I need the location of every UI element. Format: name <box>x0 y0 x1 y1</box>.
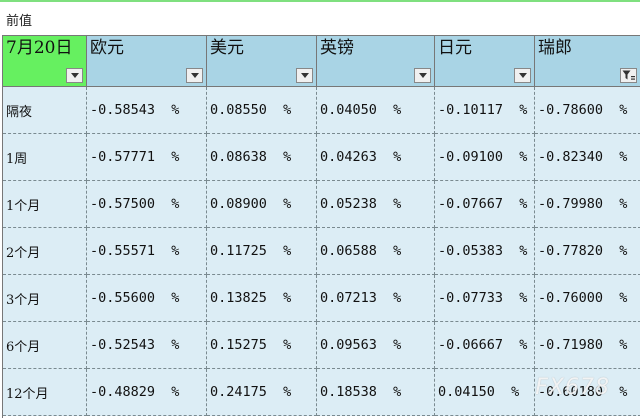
rate-cell[interactable]: -0.05383 % <box>435 228 535 275</box>
funnel-icon <box>622 70 635 80</box>
chevron-down-icon <box>300 73 309 78</box>
rate-cell[interactable]: 0.24175 % <box>207 369 317 416</box>
tenor-cell[interactable]: 12个月 <box>3 369 87 416</box>
rate-cell[interactable]: -0.55571 % <box>87 228 207 275</box>
rate-cell[interactable]: 0.08638 % <box>207 134 317 181</box>
filter-dropdown-button[interactable] <box>186 68 203 83</box>
rate-cell[interactable]: 0.09563 % <box>317 322 435 369</box>
tenor-cell[interactable]: 2个月 <box>3 228 87 275</box>
column-header-label: 美元 <box>210 38 244 58</box>
rate-cell[interactable]: 0.08900 % <box>207 181 317 228</box>
column-header-5: 瑞郎 <box>535 36 640 87</box>
rate-cell[interactable]: 0.13825 % <box>207 275 317 322</box>
filter-applied-icon[interactable] <box>620 68 637 83</box>
column-header-1: 欧元 <box>87 36 207 87</box>
rate-cell[interactable]: -0.10117 % <box>435 87 535 134</box>
filter-dropdown-button[interactable] <box>296 68 313 83</box>
rate-cell[interactable]: -0.77820 % <box>535 228 640 275</box>
sheet-label: 前值 <box>6 14 33 29</box>
filter-dropdown-button[interactable] <box>66 68 83 83</box>
rate-table: 7月20日 欧元 美元 英镑 日元 瑞郎 隔夜 -0.58543 % 0.08550 % 0.04… <box>2 35 640 418</box>
tenor-cell[interactable]: 3个月 <box>3 275 87 322</box>
rate-cell[interactable]: 0.04050 % <box>317 87 435 134</box>
rate-cell[interactable]: -0.57500 % <box>87 181 207 228</box>
rate-cell[interactable]: -0.55600 % <box>87 275 207 322</box>
rate-cell[interactable]: -0.48829 % <box>87 369 207 416</box>
tenor-cell[interactable]: 1周 <box>3 134 87 181</box>
rate-cell[interactable]: 0.04150 % <box>435 369 535 416</box>
chevron-down-icon <box>70 73 79 78</box>
rate-cell[interactable]: -0.71980 % <box>535 322 640 369</box>
rate-cell[interactable]: -0.79980 % <box>535 181 640 228</box>
column-header-3: 英镑 <box>317 36 435 87</box>
column-header-4: 日元 <box>435 36 535 87</box>
column-header-label: 欧元 <box>90 38 124 58</box>
rate-cell[interactable]: -0.52543 % <box>87 322 207 369</box>
rate-cell[interactable]: 0.18538 % <box>317 369 435 416</box>
chevron-down-icon <box>418 73 427 78</box>
tenor-cell[interactable]: 6个月 <box>3 322 87 369</box>
column-header-label: 英镑 <box>320 38 354 58</box>
filter-dropdown-button[interactable] <box>414 68 431 83</box>
rate-cell[interactable]: -0.07667 % <box>435 181 535 228</box>
rate-cell[interactable]: -0.07733 % <box>435 275 535 322</box>
rate-cell[interactable]: 0.05238 % <box>317 181 435 228</box>
rate-cell[interactable]: -0.57771 % <box>87 134 207 181</box>
column-header-0: 7月20日 <box>3 36 87 87</box>
rate-cell[interactable]: -0.09100 % <box>435 134 535 181</box>
tenor-cell[interactable]: 隔夜 <box>3 87 87 134</box>
rate-cell[interactable]: 0.15275 % <box>207 322 317 369</box>
rate-cell[interactable]: -0.82340 % <box>535 134 640 181</box>
rate-cell[interactable]: 0.08550 % <box>207 87 317 134</box>
rate-cell[interactable]: 0.07213 % <box>317 275 435 322</box>
filter-dropdown-button[interactable] <box>514 68 531 83</box>
rate-cell[interactable]: 0.06588 % <box>317 228 435 275</box>
tenor-cell[interactable]: 1个月 <box>3 181 87 228</box>
column-header-label: 瑞郎 <box>538 38 572 58</box>
rate-cell[interactable]: -0.58543 % <box>87 87 207 134</box>
watermark-logo: FX678 <box>535 375 610 400</box>
top-border <box>0 0 640 2</box>
column-header-label: 7月20日 <box>6 38 73 58</box>
chevron-down-icon <box>518 73 527 78</box>
column-header-label: 日元 <box>438 38 472 58</box>
rate-cell[interactable]: -0.06667 % <box>435 322 535 369</box>
rate-cell[interactable]: 0.04263 % <box>317 134 435 181</box>
column-header-2: 美元 <box>207 36 317 87</box>
rate-cell[interactable]: -0.76000 % <box>535 275 640 322</box>
chevron-down-icon <box>190 73 199 78</box>
rate-cell[interactable]: 0.11725 % <box>207 228 317 275</box>
rate-cell[interactable]: -0.78600 % <box>535 87 640 134</box>
